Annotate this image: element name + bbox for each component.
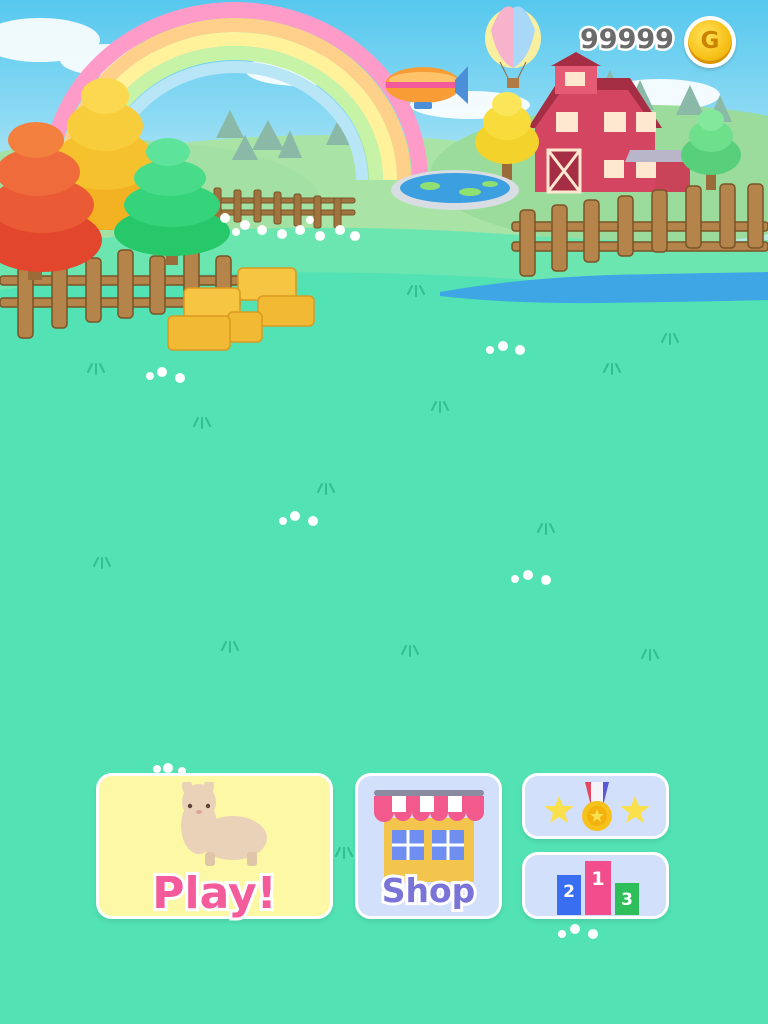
coin-counter: 99999 (578, 22, 677, 58)
medal-icon (544, 782, 650, 831)
play-button[interactable]: Play! (96, 773, 333, 922)
leaderboard-button[interactable]: 2 1 3 (522, 852, 669, 919)
podium-second-label: 2 (563, 882, 575, 902)
lily-pond (391, 170, 519, 210)
play-label: Play! (149, 865, 279, 922)
alpaca-icon (181, 782, 267, 866)
shop-label: Shop (379, 868, 479, 913)
achievements-button[interactable] (522, 773, 669, 839)
shop-button[interactable]: Shop (355, 773, 502, 919)
hot-air-balloon (485, 6, 541, 88)
podium-third-label: 3 (621, 890, 633, 910)
coin-letter: G (700, 28, 720, 54)
storefront-icon (374, 790, 484, 882)
game-stage: 99999 G Play! Shop 2 1 3 (0, 0, 768, 1024)
coin-face: G (688, 20, 732, 64)
podium-first-label: 1 (591, 868, 604, 890)
gold-coin-icon: G (684, 16, 736, 68)
podium-icon: 2 1 3 (557, 861, 639, 915)
